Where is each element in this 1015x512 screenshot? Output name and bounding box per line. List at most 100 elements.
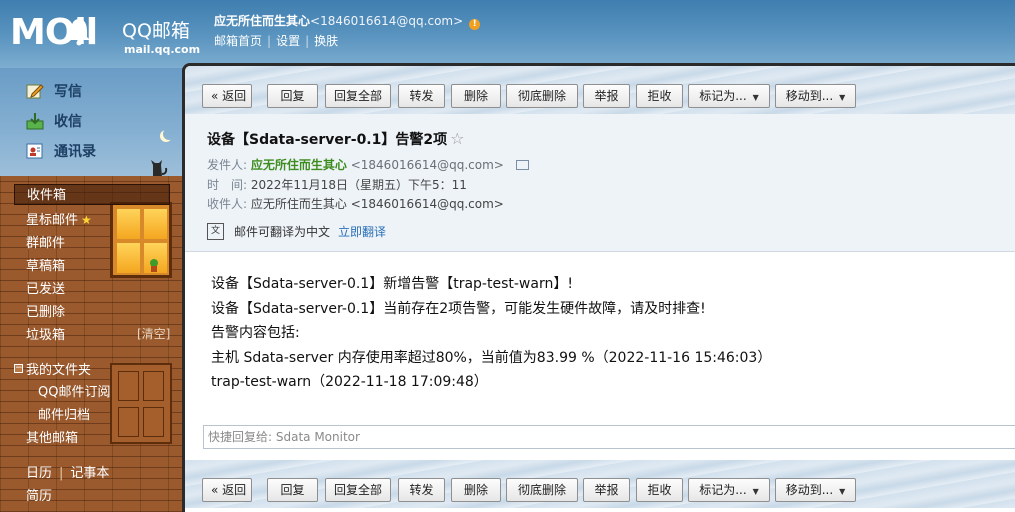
folder-qq-subscription[interactable]: QQ邮件订阅	[38, 381, 110, 400]
my-folders-label: 我的文件夹	[26, 363, 92, 378]
app-resume[interactable]: 简历	[26, 485, 52, 504]
mark-as-label: 标记为...	[699, 89, 747, 103]
collapse-toggle-icon[interactable]: −	[14, 364, 23, 373]
separator: |	[59, 466, 64, 481]
cat-decoration-icon	[151, 160, 168, 176]
mail-body: 设备【Sdata-server-0.1】新增告警【trap-test-warn】…	[211, 272, 1001, 395]
reply-all-button[interactable]: 回复全部	[325, 84, 391, 108]
folder-deleted[interactable]: 已删除	[26, 301, 65, 320]
delete-button[interactable]: 删除	[451, 478, 501, 502]
folder-sent[interactable]: 已发送	[26, 278, 65, 297]
forward-button[interactable]: 转发	[398, 478, 445, 502]
check-mail-button[interactable]: 收信	[25, 110, 82, 132]
move-to-dropdown[interactable]: 移动到... ▼	[775, 84, 856, 108]
mark-as-label: 标记为...	[699, 483, 747, 497]
mail-subject: 设备【Sdata-server-0.1】告警2项 ☆	[207, 129, 464, 149]
toolbar-top: « 返回 回复 回复全部 转发 删除 彻底删除 举报 拒收 标记为... ▼ 移动…	[185, 66, 1015, 114]
link-settings[interactable]: 设置	[276, 34, 300, 48]
reject-button[interactable]: 拒收	[636, 84, 683, 108]
compose-button[interactable]: 写信	[25, 80, 82, 102]
body-line: trap-test-warn（2022-11-18 17:09:48）	[211, 374, 488, 390]
caret-down-icon: ▼	[839, 93, 846, 102]
move-to-label: 移动到...	[785, 89, 834, 103]
time-label: 时 间:	[207, 178, 248, 192]
delete-button[interactable]: 删除	[451, 84, 501, 108]
body-line: 设备【Sdata-server-0.1】当前存在2项告警，可能发生硬件故障，请及…	[211, 300, 706, 317]
translate-text: 邮件可翻译为中文	[234, 225, 331, 239]
time-row: 时 间: 2022年11月18日（星期五）下午5：11	[207, 176, 467, 193]
body-line: 设备【Sdata-server-0.1】新增告警【trap-test-warn】…	[211, 276, 573, 292]
body-line: 告警内容包括:	[211, 325, 300, 341]
from-label: 发件人:	[207, 158, 248, 172]
delete-permanently-button[interactable]: 彻底删除	[506, 478, 578, 502]
window-pane	[144, 209, 167, 239]
folder-drafts[interactable]: 草稿箱	[26, 255, 65, 274]
report-button[interactable]: 举报	[583, 84, 630, 108]
my-folders-header[interactable]: − 我的文件夹	[14, 359, 91, 378]
to-row: 收件人: 应无所住而生其心 <1846016614@qq.com>	[207, 195, 504, 212]
report-button[interactable]: 举报	[583, 478, 630, 502]
link-change-skin[interactable]: 换肤	[314, 34, 338, 48]
product-name: QQ邮箱	[122, 20, 190, 42]
door-panel	[143, 407, 164, 437]
separator: |	[305, 34, 310, 48]
mark-as-dropdown[interactable]: 标记为... ▼	[688, 478, 770, 502]
window-decoration	[110, 202, 172, 278]
app-calendar[interactable]: 日历	[26, 466, 52, 481]
sender-name[interactable]: 应无所住而生其心	[251, 158, 347, 172]
reply-all-button[interactable]: 回复全部	[325, 478, 391, 502]
delete-permanently-button[interactable]: 彻底删除	[506, 84, 578, 108]
mail-read-panel: « 返回 回复 回复全部 转发 删除 彻底删除 举报 拒收 标记为... ▼ 移动…	[182, 63, 1015, 512]
bell-logo-icon	[68, 19, 90, 46]
quick-reply-input[interactable]: 快捷回复给: Sdata Monitor	[203, 425, 1015, 449]
pencil-icon	[25, 82, 45, 100]
exclamation-icon[interactable]: !	[469, 19, 481, 30]
sidebar: 写信 收信 通讯录 收件箱 星标邮件 ★ 群邮件 草稿箱 已发送 已删除 垃圾箱…	[0, 68, 182, 512]
folder-group-mail[interactable]: 群邮件	[26, 232, 65, 251]
mark-as-dropdown[interactable]: 标记为... ▼	[688, 84, 770, 108]
reject-button[interactable]: 拒收	[636, 478, 683, 502]
separator: |	[267, 34, 272, 48]
sidebar-apps: 日历 | 记事本	[26, 462, 109, 481]
to-value: 应无所住而生其心 <1846016614@qq.com>	[250, 197, 504, 211]
door-decoration	[110, 363, 172, 444]
download-icon	[25, 112, 45, 130]
contacts-label: 通讯录	[54, 144, 96, 160]
reply-button[interactable]: 回复	[267, 478, 318, 502]
folder-spam[interactable]: 垃圾箱	[26, 324, 65, 343]
folder-other-mailboxes[interactable]: 其他邮箱	[26, 427, 78, 446]
clear-spam-link[interactable]: [清空]	[137, 325, 170, 342]
check-mail-label: 收信	[54, 114, 82, 130]
link-mail-home[interactable]: 邮箱首页	[214, 34, 262, 48]
door-panel	[143, 371, 164, 401]
sender-address: <1846016614@qq.com>	[350, 158, 504, 172]
reply-button[interactable]: 回复	[267, 84, 318, 108]
folder-inbox[interactable]: 收件箱	[14, 184, 170, 205]
compose-label: 写信	[54, 84, 82, 100]
contacts-button[interactable]: 通讯录	[25, 140, 96, 162]
top-nav-links: 邮箱首页 | 设置 | 换肤	[214, 32, 338, 49]
toolbar-bottom: « 返回 回复 回复全部 转发 删除 彻底删除 举报 拒收 标记为... ▼ 移动…	[185, 460, 1015, 508]
contact-card-icon[interactable]	[515, 160, 529, 170]
app-notes[interactable]: 记事本	[70, 466, 109, 481]
back-button[interactable]: « 返回	[202, 478, 252, 502]
caret-down-icon: ▼	[752, 93, 759, 102]
qq-mail-logo[interactable]: MOil QQ邮箱 mail.qq.com	[10, 10, 210, 60]
folder-starred-label: 星标邮件	[26, 213, 79, 228]
folder-archive[interactable]: 邮件归档	[38, 404, 90, 423]
user-display-name[interactable]: 应无所住而生其心	[214, 14, 310, 28]
sidebar-sky-panel: 写信 收信 通讯录	[0, 68, 182, 176]
from-row: 发件人: 应无所住而生其心 <1846016614@qq.com>	[207, 156, 529, 173]
star-icon: ★	[81, 213, 92, 227]
time-value: 2022年11月18日（星期五）下午5：11	[250, 178, 467, 192]
window-pane	[117, 243, 140, 273]
folder-starred[interactable]: 星标邮件 ★	[26, 209, 92, 228]
forward-button[interactable]: 转发	[398, 84, 445, 108]
mail-header: 设备【Sdata-server-0.1】告警2项 ☆ 发件人: 应无所住而生其心 …	[185, 114, 1015, 252]
move-to-dropdown[interactable]: 移动到... ▼	[775, 478, 856, 502]
product-domain: mail.qq.com	[124, 43, 201, 56]
translate-now-link[interactable]: 立即翻译	[338, 223, 386, 240]
star-outline-icon[interactable]: ☆	[450, 129, 464, 148]
back-button[interactable]: « 返回	[202, 84, 252, 108]
flower-pot-icon	[150, 259, 158, 272]
